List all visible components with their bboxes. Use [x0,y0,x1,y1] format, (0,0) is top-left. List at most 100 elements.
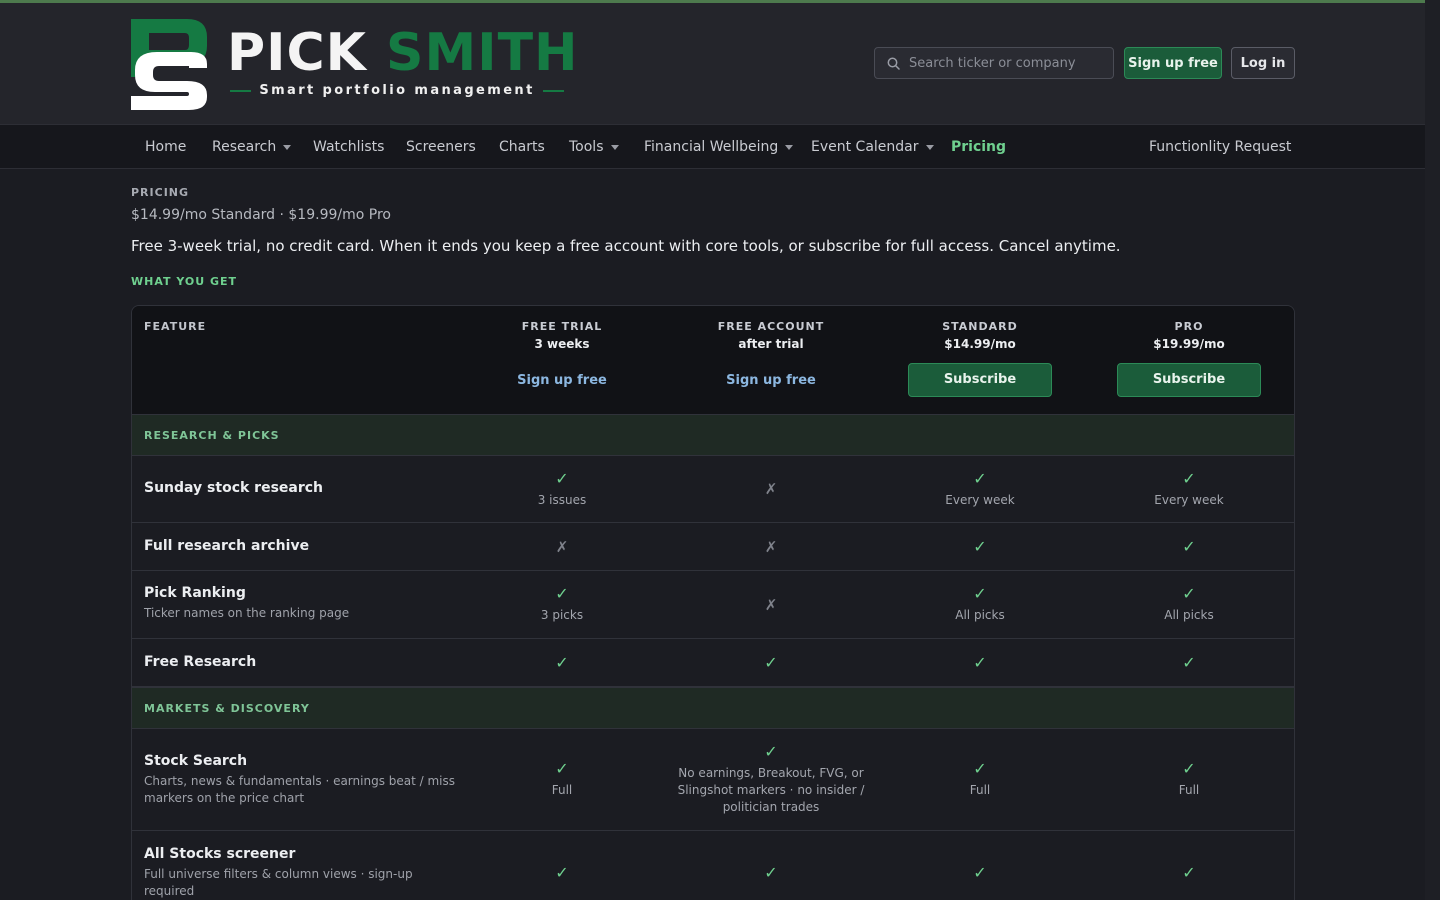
check-icon: ✓ [1182,759,1196,778]
plan-price: $14.99/mo [944,337,1016,351]
nav-item-financial-wellbeing[interactable]: Financial Wellbeing [644,125,794,169]
nav-item-functionality-request[interactable]: Functionlity Request [1149,125,1291,169]
pro-cell: ✓ [1089,523,1289,570]
standard-cell: ✓ All picks [880,571,1080,638]
check-icon: ✓ [1182,652,1196,672]
free-trial-cell: ✓ [462,831,662,900]
pro-cell: ✓ [1089,831,1289,900]
free-account-signup-link[interactable]: Sign up free [686,373,856,388]
pick-smith-logo-icon[interactable] [131,19,207,110]
free-account-cell: ✗ [671,571,871,638]
nav-item-charts[interactable]: Charts [499,125,545,169]
nav-item-label: Watchlists [313,139,385,155]
check-icon: ✓ [973,863,987,882]
section-heading: WHAT YOU GET [131,275,238,288]
nav-item-label: Research [212,139,277,155]
check-icon: ✓ [973,468,987,488]
feature-description: Full universe filters & column views · s… [144,867,413,898]
plan-name: FREE TRIAL [521,320,603,333]
plan-name: PRO [1174,320,1204,333]
search-box[interactable] [874,47,1114,79]
cell-note: No earnings, Breakout, FVG, or Slingshot… [677,766,865,814]
nav-item-label: Screeners [406,139,476,155]
main-nav: Home Research Watchlists Screeners Chart… [0,124,1425,169]
check-icon: ✓ [555,652,569,672]
section-markets-discovery: MARKETS & DISCOVERY [132,687,1294,729]
pro-cell: ✓ [1089,639,1289,686]
cell-note: All picks [1164,608,1214,622]
check-icon: ✓ [555,468,569,488]
standard-subscribe-button[interactable]: Subscribe [908,363,1052,397]
search-input[interactable] [909,55,1104,71]
nav-item-label: Event Calendar [811,139,919,155]
check-icon: ✓ [555,759,569,778]
check-icon: ✓ [1182,536,1196,556]
plan-subtitle: after trial [738,337,804,351]
site-header: PICK SMITH Smart portfolio management Si… [0,3,1425,124]
feature-title: All Stocks screener [144,846,296,862]
cell-note: All picks [955,608,1005,622]
price-summary: $14.99/mo Standard · $19.99/mo Pro [131,207,391,223]
standard-cell: ✓ Every week [880,456,1080,522]
plan-name: FREE ACCOUNT [717,320,825,333]
standard-cell: ✓ Full [880,729,1080,830]
check-icon: ✓ [973,536,987,556]
table-header: FEATURE FREE TRIAL 3 weeks Sign up free … [132,306,1294,414]
feature-cell: Sunday stock research [144,480,464,496]
free-trial-cell: ✓ [462,639,662,686]
nav-item-research[interactable]: Research [212,125,292,169]
cell-note: Full [1178,783,1200,797]
table-row: Free Research ✓ ✓ ✓ ✓ [132,639,1294,687]
scrollbar-track[interactable] [1425,0,1440,900]
tagline-text: Smart portfolio management [259,83,535,98]
chevron-down-icon [785,144,794,150]
cross-icon: ✗ [764,480,778,498]
check-icon: ✓ [973,652,987,672]
free-account-cell: ✗ [671,523,871,570]
plan-name: STANDARD [942,320,1018,333]
standard-cell: ✓ [880,523,1080,570]
feature-cell: Pick Ranking Ticker names on the ranking… [144,585,464,622]
feature-title: Stock Search [144,753,248,769]
feature-cell: Stock Search Charts, news & fundamentals… [144,753,464,807]
free-trial-cell: ✓ 3 picks [462,571,662,638]
brand-name[interactable]: PICK SMITH [227,23,579,83]
check-icon: ✓ [555,863,569,882]
feature-cell: Full research archive [144,538,464,554]
feature-title: Pick Ranking [144,585,246,601]
pro-subscribe-button[interactable]: Subscribe [1117,363,1261,397]
nav-item-label: Financial Wellbeing [644,139,779,155]
table-row: Stock Search Charts, news & fundamentals… [132,729,1294,831]
nav-item-label: Home [145,139,187,155]
standard-cell: ✓ [880,831,1080,900]
free-account-cell: ✓ No earnings, Breakout, FVG, or Slingsho… [671,729,871,830]
brand-name-part2: SMITH [386,23,579,83]
nav-item-pricing[interactable]: Pricing [951,125,1006,169]
feature-column-header: FEATURE [144,320,207,333]
table-row: All Stocks screener Full universe filter… [132,831,1294,900]
nav-item-event-calendar[interactable]: Event Calendar [811,125,934,169]
nav-item-tools[interactable]: Tools [569,125,619,169]
check-icon: ✓ [555,584,569,603]
standard-cell: ✓ [880,639,1080,686]
free-trial-signup-link[interactable]: Sign up free [477,373,647,388]
table-row: Pick Ranking Ticker names on the ranking… [132,571,1294,639]
free-account-cell: ✓ [671,831,871,900]
feature-cell: All Stocks screener Full universe filter… [144,846,464,900]
cell-note: 3 picks [540,608,584,622]
nav-item-watchlists[interactable]: Watchlists [313,125,384,169]
signup-button[interactable]: Sign up free [1124,47,1222,79]
feature-title: Full research archive [144,538,310,554]
nav-item-screeners[interactable]: Screeners [406,125,476,169]
plan-free-account: FREE ACCOUNT after trial Sign up free [686,320,856,388]
plan-price: $19.99/mo [1153,337,1225,351]
login-button[interactable]: Log in [1231,47,1295,79]
nav-item-label: Tools [569,139,604,155]
chevron-down-icon [925,144,934,150]
free-trial-cell: ✓ Full [462,729,662,830]
feature-description: Ticker names on the ranking page [144,606,350,620]
table-row: Sunday stock research ✓ 3 issues ✗ ✓ Every… [132,456,1294,523]
nav-item-home[interactable]: Home [145,125,186,169]
plan-pro: PRO $19.99/mo Subscribe [1104,320,1274,397]
plan-subtitle: 3 weeks [534,337,590,351]
